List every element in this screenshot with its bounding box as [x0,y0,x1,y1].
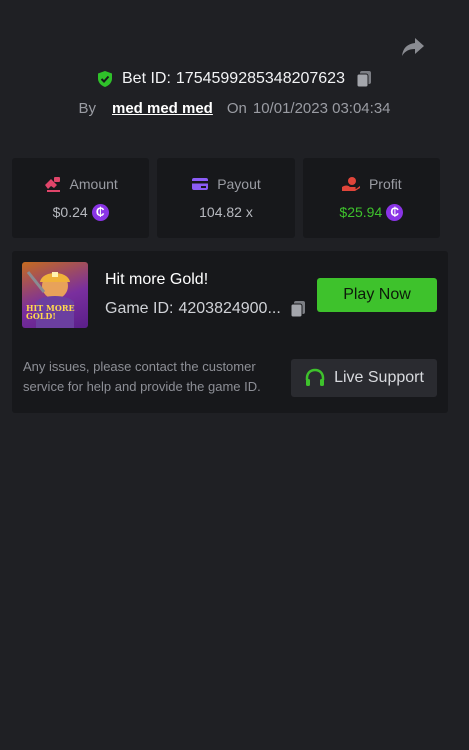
payout-value: 104.82 x [199,204,253,220]
by-label: By [78,99,96,117]
profit-label: Profit [368,175,402,192]
game-card: HIT MORE GOLD! Hit more Gold! Game ID: 4… [12,251,448,413]
profit-value: $25.94 [339,204,383,220]
copy-icon[interactable] [355,70,373,88]
bet-id-value: 1754599285348207623 [175,70,345,87]
amount-stat: Amount $0.24 ₵ [12,158,150,238]
bet-meta-row: By med med med On 10/01/2023 03:04:34 [0,96,469,120]
coin-icon: ₵ [386,203,404,221]
game-id-value: 4203824900... [178,300,281,317]
play-now-button[interactable]: Play Now [317,278,437,312]
game-id-label: Game ID: [105,300,174,317]
game-thumb-title: HIT MORE GOLD! [26,303,75,321]
coin-icon: ₵ [91,203,109,221]
bet-amount-icon [44,176,60,192]
profit-hand-icon [341,176,360,191]
game-thumbnail[interactable]: HIT MORE GOLD! [22,262,88,328]
on-label: On [226,99,247,117]
headset-icon [305,368,325,386]
username-link[interactable]: med med med [112,100,213,117]
bet-id-row: Bet ID: 1754599285348207623 [0,66,469,92]
share-button[interactable] [399,34,427,60]
support-help-text: Any issues, please contact the customer … [23,359,261,394]
card-icon [192,178,209,190]
live-support-button[interactable]: Live Support [291,359,437,397]
share-icon [402,38,424,56]
amount-label: Amount [69,175,118,192]
game-id-row: Game ID: 4203824900... [105,300,307,318]
copy-icon[interactable] [289,300,307,318]
payout-label: Payout [217,176,261,192]
game-title: Hit more Gold! [105,271,209,288]
amount-value: $0.24 [52,204,88,220]
bet-id-label: Bet ID: [122,70,171,87]
bet-datetime: 10/01/2023 03:04:34 [252,99,391,117]
profit-stat: Profit $25.94 ₵ [302,158,440,238]
payout-stat: Payout 104.82 x [157,158,295,238]
verified-shield-icon [98,71,112,87]
bet-stats: Amount $0.24 ₵ Payout 104.82 x Profit $2… [12,158,440,238]
live-support-label: Live Support [334,369,424,386]
